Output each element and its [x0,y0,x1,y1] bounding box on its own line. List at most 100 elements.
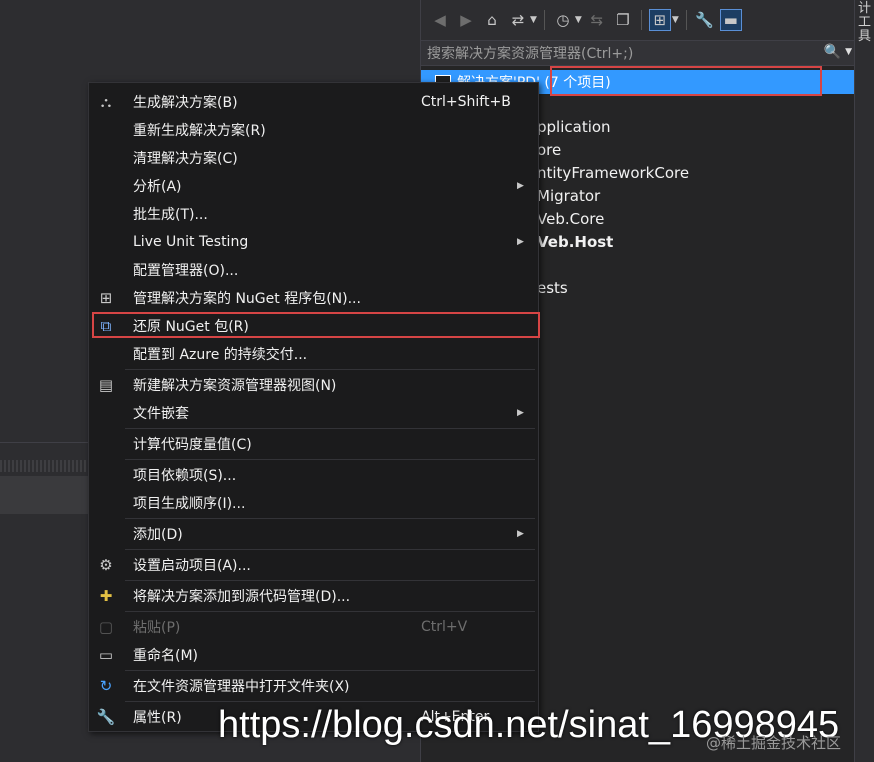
source-control-add-icon: ✚ [99,587,113,605]
paste-icon: ▢ [98,618,114,636]
submenu-arrow-icon: ▶ [517,237,524,247]
menu-item-add-to-source-control[interactable]: ✚ 将解决方案添加到源代码管理(D)... [89,582,538,610]
menu-item-rename[interactable]: ▭ 重命名(M) [89,641,538,669]
menu-item-build-solution[interactable]: ⛬ 生成解决方案(B) Ctrl+Shift+B [89,88,538,116]
menu-item-configuration-manager[interactable]: 配置管理器(O)... [89,256,538,284]
menu-item-label: 生成解决方案(B) [133,95,238,111]
annotation-highlight-box [92,312,540,338]
menu-separator [125,611,535,612]
menu-item-label: 配置到 Azure 的持续交付... [133,347,308,363]
forward-icon[interactable]: ▶ [455,9,477,31]
solution-search-bar[interactable]: 搜索解决方案资源管理器(Ctrl+;) 🔍 ▼ [421,40,855,66]
submenu-arrow-icon: ▶ [517,408,524,418]
watermark-site: @稀土掘金技术社区 [706,734,842,752]
project-node[interactable]: ore [537,141,561,159]
menu-item-live-unit-testing[interactable]: Live Unit Testing ▶ [89,228,538,256]
menu-item-label: 粘贴(P) [133,620,181,636]
menu-item-calculate-code-metrics[interactable]: 计算代码度量值(C) [89,430,538,458]
toolbar-separator [685,10,687,30]
menu-item-clean-solution[interactable]: 清理解决方案(C) [89,144,538,172]
menu-separator [125,549,535,550]
toolbar-separator [640,10,642,30]
menu-separator [125,459,535,460]
menu-item-rebuild-solution[interactable]: 重新生成解决方案(R) [89,116,538,144]
properties-wrench-icon[interactable]: 🔧 [694,9,716,31]
menu-item-project-dependencies[interactable]: 项目依赖项(S)... [89,461,538,489]
nuget-package-icon: ⊞ [99,289,113,307]
side-tab-strip: 计工具 [854,0,874,762]
startup-project-node[interactable]: Veb.Host [537,233,613,251]
menu-item-open-folder-in-explorer[interactable]: ↻ 在文件资源管理器中打开文件夹(X) [89,672,538,700]
rename-icon: ▭ [98,646,114,664]
menu-item-set-startup-projects[interactable]: ⚙ 设置启动项目(A)... [89,551,538,579]
menu-item-label: 添加(D) [133,527,183,543]
menu-item-label: 清理解决方案(C) [133,151,238,167]
menu-item-paste[interactable]: ▢ 粘贴(P) Ctrl+V [89,613,538,641]
menu-item-shortcut: Ctrl+V [421,619,468,635]
menu-item-label: Live Unit Testing [133,234,249,250]
menu-item-label: 新建解决方案资源管理器视图(N) [133,378,337,394]
menu-item-label: 在文件资源管理器中打开文件夹(X) [133,679,350,695]
chevron-down-icon[interactable]: ▼ [845,47,852,57]
preview-selected-icon[interactable]: ▬ [719,9,742,31]
editor-tab-strip [0,460,90,472]
sync-icon[interactable]: ⇆ [586,9,608,31]
menu-item-file-nesting[interactable]: 文件嵌套 ▶ [89,399,538,427]
search-icon[interactable]: 🔍 [824,44,841,60]
menu-item-label: 重新生成解决方案(R) [133,123,266,139]
menu-separator [125,580,535,581]
toolbar-separator [543,10,545,30]
gear-icon: ⚙ [99,556,113,574]
collapse-all-icon[interactable]: ❐ [612,9,634,31]
context-menu: ⛬ 生成解决方案(B) Ctrl+Shift+B 重新生成解决方案(R) 清理解… [88,82,540,732]
menu-separator [125,518,535,519]
project-node[interactable]: pplication [537,118,611,136]
menu-item-label: 计算代码度量值(C) [133,437,252,453]
menu-separator [125,701,535,702]
search-input[interactable]: 搜索解决方案资源管理器(Ctrl+;) [427,43,633,63]
build-icon: ⛬ [100,93,112,111]
chevron-down-icon[interactable]: ▼ [672,15,679,25]
menu-item-azure-continuous-delivery[interactable]: 配置到 Azure 的持续交付... [89,340,538,368]
submenu-arrow-icon: ▶ [517,529,524,539]
project-node[interactable]: ests [537,279,568,297]
menu-item-manage-nuget-packages[interactable]: ⊞ 管理解决方案的 NuGet 程序包(N)... [89,284,538,312]
menu-item-label: 将解决方案添加到源代码管理(D)... [133,589,351,605]
menu-item-label: 配置管理器(O)... [133,263,239,279]
project-node[interactable]: Migrator [537,187,600,205]
solution-explorer-toolbar: ◀ ▶ ⌂ ⇄ ▼ ◷ ▼ ⇆ ❐ ⊞ ▼ 🔧 ▬ [421,0,855,40]
editor-divider [0,442,90,443]
side-tab-label[interactable]: 计工具 [858,2,872,44]
menu-item-label: 分析(A) [133,179,182,195]
project-node[interactable]: ntityFrameworkCore [537,164,689,182]
menu-item-label: 管理解决方案的 NuGet 程序包(N)... [133,291,361,307]
menu-item-project-build-order[interactable]: 项目生成顺序(I)... [89,489,538,517]
menu-item-label: 批生成(T)... [133,207,208,223]
menu-item-new-explorer-view[interactable]: ▤ 新建解决方案资源管理器视图(N) [89,371,538,399]
project-node[interactable]: Veb.Core [537,210,604,228]
menu-item-batch-build[interactable]: 批生成(T)... [89,200,538,228]
menu-item-label: 设置启动项目(A)... [133,558,251,574]
menu-separator [125,369,535,370]
annotation-highlight-box [550,66,822,96]
back-icon[interactable]: ◀ [429,9,451,31]
show-all-files-icon[interactable]: ⊞ [648,9,671,31]
menu-item-label: 项目生成顺序(I)... [133,496,246,512]
switch-views-icon[interactable]: ⇄ [507,9,529,31]
menu-item-analyze[interactable]: 分析(A) ▶ [89,172,538,200]
menu-item-label: 属性(R) [133,710,182,726]
menu-separator [125,428,535,429]
new-view-icon: ▤ [98,376,114,394]
menu-separator [125,670,535,671]
chevron-down-icon[interactable]: ▼ [575,15,582,25]
menu-item-add[interactable]: 添加(D) ▶ [89,520,538,548]
menu-item-label: 重命名(M) [133,648,199,664]
open-folder-icon: ↻ [99,677,113,695]
pending-changes-filter-icon[interactable]: ◷ [552,9,574,31]
home-icon[interactable]: ⌂ [481,9,503,31]
wrench-icon: 🔧 [96,708,116,726]
menu-item-shortcut: Ctrl+Shift+B [421,94,511,110]
menu-item-label: 项目依赖项(S)... [133,468,237,484]
chevron-down-icon[interactable]: ▼ [530,15,537,25]
submenu-arrow-icon: ▶ [517,181,524,191]
